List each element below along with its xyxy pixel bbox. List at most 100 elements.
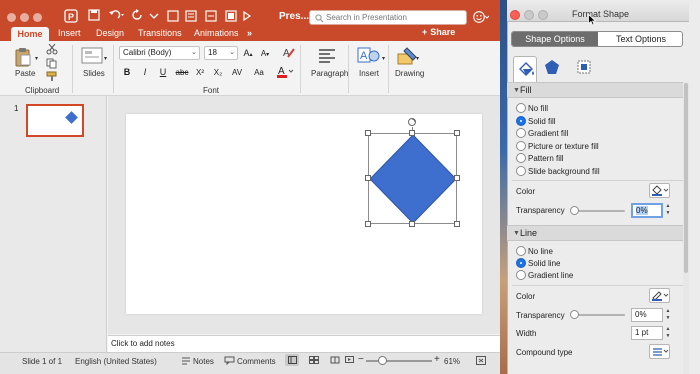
fill-transparency-stepper[interactable]: ▲ ▼	[665, 203, 671, 217]
italic-button[interactable]: I	[138, 66, 152, 79]
insert-button-label[interactable]: Insert	[359, 69, 379, 78]
copy-icon[interactable]	[46, 58, 58, 71]
resize-handle-bottom-left[interactable]	[365, 221, 371, 227]
resize-handle-right[interactable]	[454, 175, 460, 181]
character-spacing-button[interactable]: AV	[229, 66, 245, 79]
panel-close-icon[interactable]	[510, 10, 520, 20]
bold-button[interactable]: B	[120, 66, 134, 79]
font-size-select[interactable]: 18 ⌄	[204, 46, 238, 60]
panel-zoom-icon[interactable]	[538, 10, 548, 20]
slides-label[interactable]: Slides	[83, 69, 105, 78]
solid-line-radio[interactable]	[516, 258, 526, 268]
line-transparency-stepper[interactable]: ▲ ▼	[665, 308, 671, 322]
slide-background-fill-radio[interactable]	[516, 166, 526, 176]
solid-fill-radio[interactable]	[516, 116, 526, 126]
customize-toolbar-icon[interactable]	[149, 9, 159, 24]
zoom-window-icon[interactable]	[33, 13, 42, 22]
tab-design[interactable]: Design	[96, 27, 124, 40]
paste-clipboard-icon[interactable]	[13, 47, 33, 69]
strikethrough-button[interactable]: abc	[174, 66, 190, 79]
fill-line-tab[interactable]	[513, 56, 537, 83]
notes-pane[interactable]: Click to add notes	[108, 335, 500, 352]
gradient-line-radio[interactable]	[516, 270, 526, 280]
zoom-percentage[interactable]: 61%	[444, 357, 460, 366]
resize-handle-bottom-right[interactable]	[454, 221, 460, 227]
resize-handle-top[interactable]	[409, 130, 415, 136]
compound-type-dropdown[interactable]	[649, 344, 670, 359]
no-fill-radio[interactable]	[516, 103, 526, 113]
line-section-header[interactable]: ▼ Line	[507, 225, 689, 241]
slideshow-icon[interactable]	[345, 356, 354, 366]
panel-minimize-icon[interactable]	[524, 10, 534, 20]
superscript-button[interactable]: X²	[193, 66, 207, 79]
save-icon[interactable]	[88, 9, 100, 24]
tab-home[interactable]: Home	[11, 27, 49, 41]
gradient-fill-radio[interactable]	[516, 128, 526, 138]
font-name-select[interactable]: Calibri (Body) ⌄	[119, 46, 200, 60]
size-properties-icon[interactable]	[576, 59, 600, 83]
fit-to-window-icon[interactable]	[476, 356, 486, 367]
paste-dropdown-icon[interactable]: ▾	[35, 55, 38, 62]
increase-font-size-icon[interactable]: A▴	[241, 47, 255, 60]
tab-insert[interactable]: Insert	[58, 27, 81, 40]
share-button[interactable]: + Share	[422, 27, 455, 37]
underline-button[interactable]: U	[156, 66, 170, 79]
notes-toggle-button[interactable]: Notes	[193, 357, 214, 366]
fill-transparency-input[interactable]: 0%	[631, 203, 663, 218]
insert-shapes-icon[interactable]: A	[357, 46, 381, 66]
paragraph-icon[interactable]	[318, 48, 336, 66]
tab-transitions[interactable]: Transitions	[138, 27, 182, 40]
text-options-tab[interactable]: Text Options	[598, 32, 682, 46]
slide-sorter-icon[interactable]	[309, 356, 319, 366]
zoom-in-icon[interactable]: +	[434, 354, 440, 365]
fill-section-header[interactable]: ▼ Fill	[507, 82, 689, 98]
fill-transparency-knob[interactable]	[570, 206, 579, 215]
tab-animations[interactable]: Animations	[194, 27, 239, 40]
search-box[interactable]	[309, 10, 467, 25]
comments-icon[interactable]	[224, 356, 235, 367]
search-input[interactable]	[326, 12, 462, 23]
redo-icon[interactable]	[131, 9, 143, 24]
pentagon-icon[interactable]	[544, 59, 568, 83]
fill-transparency-slider[interactable]	[573, 210, 625, 212]
line-transparency-input[interactable]: 0%	[631, 308, 663, 322]
slides-dropdown-icon[interactable]: ▾	[104, 55, 107, 62]
zoom-slider[interactable]	[366, 360, 432, 362]
reading-view-icon[interactable]	[330, 356, 340, 366]
minimize-window-icon[interactable]	[20, 13, 29, 22]
zoom-out-icon[interactable]: −	[358, 354, 364, 365]
panel-scrollbar-thumb[interactable]	[684, 83, 688, 273]
close-window-icon[interactable]	[7, 13, 16, 22]
line-width-input[interactable]: 1 pt	[631, 326, 663, 340]
comments-toggle-button[interactable]: Comments	[237, 357, 276, 366]
line-width-stepper[interactable]: ▲ ▼	[665, 326, 671, 340]
undo-icon[interactable]	[108, 9, 126, 24]
line-transparency-slider[interactable]	[573, 314, 625, 316]
no-line-radio[interactable]	[516, 246, 526, 256]
pattern-fill-radio[interactable]	[516, 153, 526, 163]
zoom-slider-knob[interactable]	[378, 356, 387, 365]
cut-icon[interactable]	[46, 43, 58, 57]
resize-handle-bottom[interactable]	[409, 221, 415, 227]
language-status[interactable]: English (United States)	[75, 357, 157, 366]
clear-formatting-icon[interactable]: A	[282, 45, 296, 61]
resize-handle-top-left[interactable]	[365, 130, 371, 136]
font-color-icon[interactable]: A	[276, 64, 294, 81]
slide-thumbnail[interactable]	[26, 104, 84, 137]
insert-dropdown-icon[interactable]: ▾	[382, 55, 385, 62]
more-tabs-chevron[interactable]: »	[247, 27, 252, 40]
subscript-button[interactable]: X₂	[211, 66, 225, 79]
picture-texture-fill-radio[interactable]	[516, 141, 526, 151]
diamond-shape[interactable]	[369, 134, 457, 226]
format-painter-icon[interactable]	[46, 71, 58, 84]
new-slide-icon[interactable]	[81, 47, 103, 67]
change-case-button[interactable]: Aa	[251, 66, 267, 79]
drawing-dropdown-icon[interactable]: ▾	[416, 55, 419, 62]
decrease-font-size-icon[interactable]: A▾	[258, 47, 272, 60]
fill-color-button[interactable]	[649, 183, 670, 198]
notes-icon[interactable]	[181, 356, 191, 367]
resize-handle-top-right[interactable]	[454, 130, 460, 136]
paragraph-button-label[interactable]: Paragraph	[311, 69, 348, 78]
drawing-button-label[interactable]: Drawing	[395, 69, 424, 78]
line-transparency-knob[interactable]	[570, 310, 579, 319]
